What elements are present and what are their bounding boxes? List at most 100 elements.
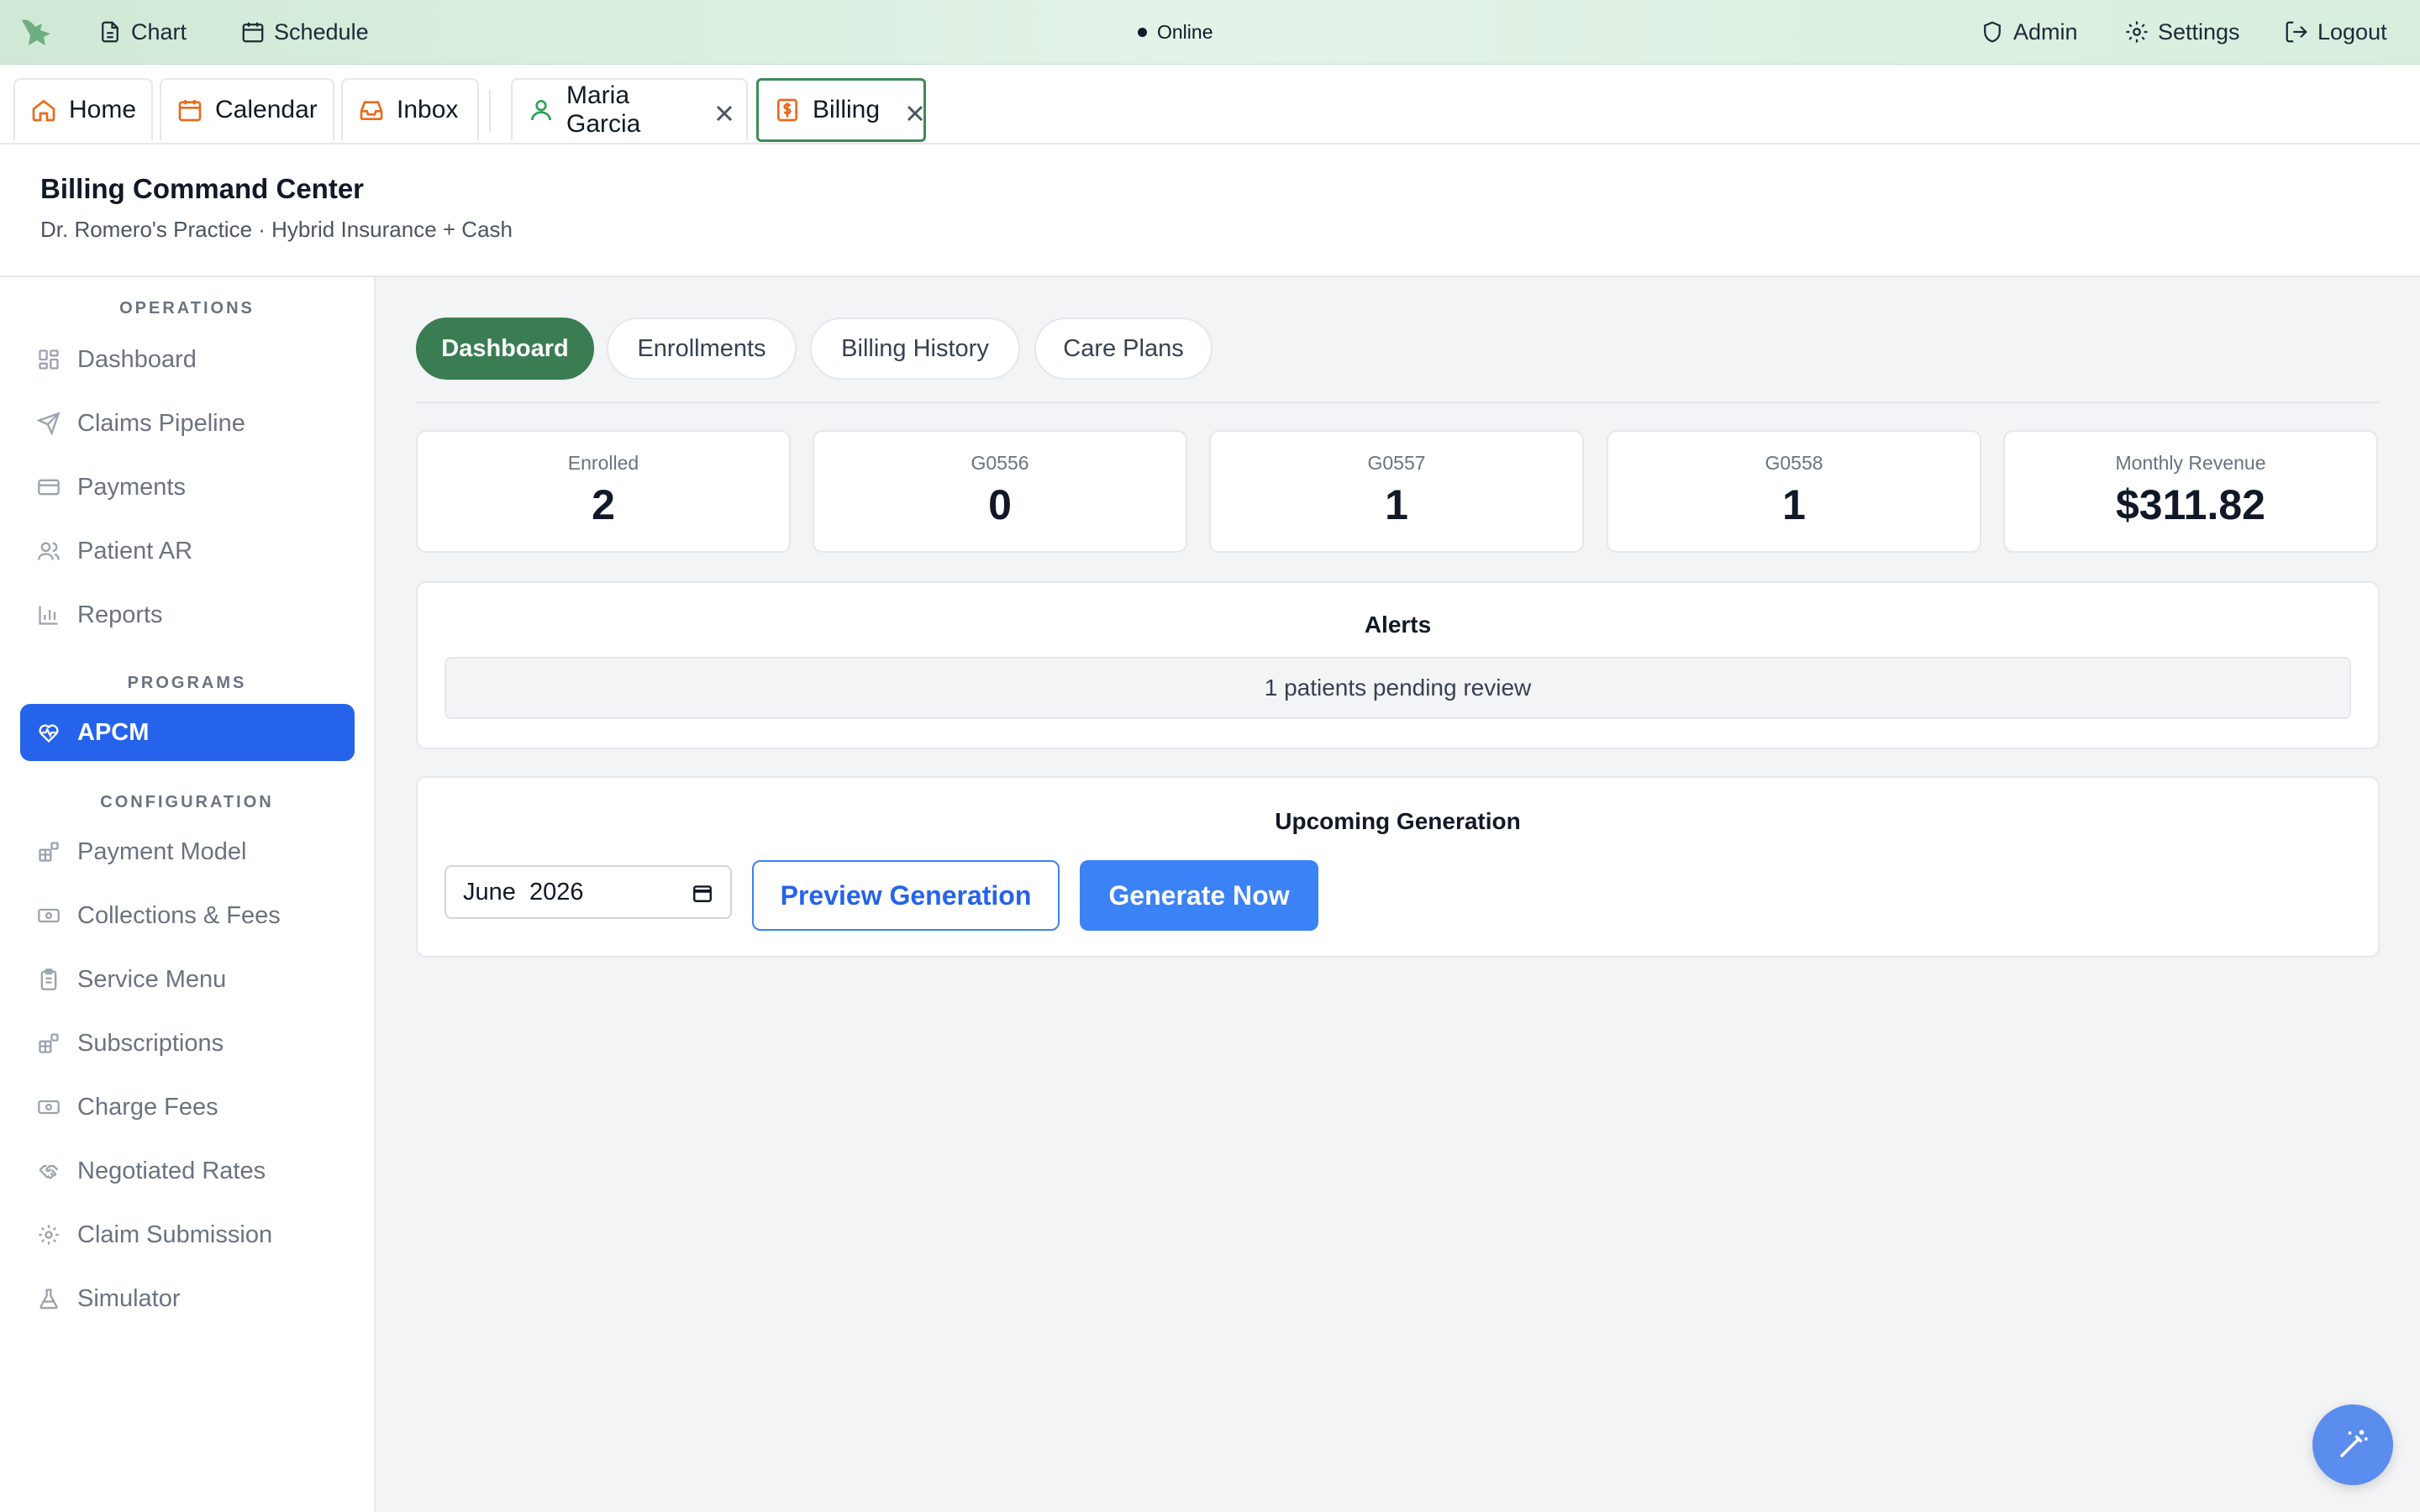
subtab-care-plans[interactable]: Care Plans (1034, 318, 1213, 380)
gear-icon (37, 1223, 60, 1247)
logout-link-label: Logout (2317, 18, 2387, 45)
tab-patient-maria-garcia[interactable]: Maria Garcia (511, 78, 748, 140)
upcoming-generation-card: Upcoming Generation June 2026 Preview Ge… (416, 776, 2380, 958)
document-icon (97, 19, 123, 45)
magic-wand-button[interactable] (2312, 1404, 2393, 1485)
banknote-icon (37, 904, 60, 927)
sidebar-item-label: Simulator (77, 1284, 181, 1312)
page-header: Billing Command Center Dr. Romero's Prac… (0, 144, 2420, 277)
user-icon (528, 97, 555, 123)
subtab-enrollments[interactable]: Enrollments (607, 318, 797, 380)
sidebar-item-subscriptions[interactable]: Subscriptions (20, 1015, 355, 1072)
chart-link[interactable]: Chart (97, 15, 187, 49)
bar-chart-icon (37, 603, 60, 627)
subtab-dashboard[interactable]: Dashboard (416, 318, 594, 380)
shield-icon (1980, 19, 2005, 45)
stat-value: $311.82 (2116, 481, 2265, 528)
sidebar-item-label: APCM (77, 718, 150, 746)
upcoming-generation-title: Upcoming Generation (1275, 808, 1521, 834)
logout-link[interactable]: Logout (2284, 15, 2387, 49)
sidebar-item-simulator[interactable]: Simulator (20, 1270, 355, 1327)
close-icon[interactable] (711, 100, 733, 122)
sidebar-item-label: Payment Model (77, 837, 247, 865)
billing-sidebar: OPERATIONS Dashboard Claims Pipeline Pay… (0, 277, 376, 1512)
admin-link-label: Admin (2013, 18, 2078, 45)
users-icon (37, 539, 60, 563)
sidebar-item-payments[interactable]: Payments (20, 459, 355, 516)
alert-message[interactable]: 1 patients pending review (445, 657, 2351, 719)
month-value: June 2026 (463, 878, 584, 906)
alerts-title: Alerts (1364, 612, 1432, 638)
magic-wand-icon (2335, 1427, 2370, 1462)
stat-label: G0556 (971, 452, 1029, 474)
sidebar-section-programs: PROGRAMS (127, 674, 247, 692)
sidebar-item-dashboard[interactable]: Dashboard (20, 331, 355, 388)
schedule-link[interactable]: Schedule (240, 15, 369, 49)
sidebar-item-service-menu[interactable]: Service Menu (20, 951, 355, 1008)
tab-label: Billing (813, 96, 881, 123)
status-text: Online (1157, 20, 1213, 43)
tab-billing[interactable]: Billing (756, 78, 926, 142)
credit-card-icon (37, 475, 60, 499)
page-subtitle: Dr. Romero's Practice · Hybrid Insurance… (40, 217, 513, 242)
sidebar-item-claims-pipeline[interactable]: Claims Pipeline (20, 395, 355, 452)
tab-calendar[interactable]: Calendar (160, 78, 334, 140)
tab-inbox[interactable]: Inbox (341, 78, 479, 140)
sidebar-item-negotiated-rates[interactable]: Negotiated Rates (20, 1142, 355, 1200)
billing-icon (774, 97, 801, 123)
heart-pulse-icon (37, 721, 60, 744)
close-icon[interactable] (902, 100, 923, 122)
connection-status: Online (1138, 18, 1213, 45)
send-icon (37, 412, 60, 435)
sidebar-item-claim-submission[interactable]: Claim Submission (20, 1206, 355, 1263)
sidebar-item-label: Service Menu (77, 965, 227, 993)
stat-value: 2 (592, 481, 615, 528)
stat-card-monthly-revenue: Monthly Revenue $311.82 (2003, 430, 2378, 553)
sidebar-item-label: Dashboard (77, 345, 197, 373)
sidebar-section-configuration: CONFIGURATION (100, 793, 274, 811)
stat-label: Monthly Revenue (2115, 452, 2266, 474)
sidebar-section-operations: OPERATIONS (119, 299, 255, 318)
chart-link-label: Chart (131, 18, 187, 45)
sidebar-item-patient-ar[interactable]: Patient AR (20, 522, 355, 580)
tab-label: Maria Garcia (566, 81, 641, 138)
app-logo-icon[interactable] (18, 15, 55, 49)
preview-generation-button[interactable]: Preview Generation (752, 860, 1060, 931)
sidebar-item-label: Claim Submission (77, 1221, 273, 1248)
banknote-icon (37, 1095, 60, 1119)
calendar-icon (240, 19, 266, 45)
admin-link[interactable]: Admin (1980, 15, 2078, 49)
logout-icon (2284, 19, 2309, 45)
status-dot-icon (1138, 27, 1147, 37)
sidebar-item-label: Reports (77, 601, 163, 628)
tab-label: Calendar (215, 96, 318, 123)
generate-now-button[interactable]: Generate Now (1080, 860, 1318, 931)
sidebar-item-label: Subscriptions (77, 1029, 224, 1057)
sidebar-item-reports[interactable]: Reports (20, 586, 355, 643)
calendar-icon[interactable] (692, 882, 713, 904)
stat-card-g0558: G0558 1 (1607, 430, 1981, 553)
stat-label: G0557 (1367, 452, 1426, 474)
stat-card-g0556: G0556 0 (813, 430, 1187, 553)
home-icon (30, 97, 57, 123)
top-bar: Chart Schedule Online Admin Settings Log… (0, 0, 2420, 65)
schedule-link-label: Schedule (274, 18, 369, 45)
settings-link[interactable]: Settings (2124, 15, 2240, 49)
main-content: Dashboard Enrollments Billing History Ca… (376, 277, 2420, 1512)
sidebar-item-charge-fees[interactable]: Charge Fees (20, 1079, 355, 1136)
sidebar-item-apcm[interactable]: APCM (20, 704, 355, 761)
sidebar-item-collections-fees[interactable]: Collections & Fees (20, 887, 355, 944)
sidebar-item-label: Patient AR (77, 537, 193, 564)
sidebar-item-label: Claims Pipeline (77, 409, 245, 437)
tab-home[interactable]: Home (13, 78, 153, 140)
workspace-tab-strip: Home Calendar Inbox Maria Garcia Billing (0, 65, 2420, 144)
subtab-billing-history[interactable]: Billing History (810, 318, 1020, 380)
sidebar-item-label: Payments (77, 473, 186, 501)
sidebar-item-label: Charge Fees (77, 1093, 218, 1121)
tab-label: Inbox (397, 96, 459, 123)
month-picker-input[interactable]: June 2026 (445, 865, 732, 919)
sidebar-item-payment-model[interactable]: Payment Model (20, 823, 355, 880)
blocks-icon (37, 1032, 60, 1055)
stat-label: Enrolled (567, 452, 639, 474)
sidebar-item-label: Collections & Fees (77, 901, 281, 929)
